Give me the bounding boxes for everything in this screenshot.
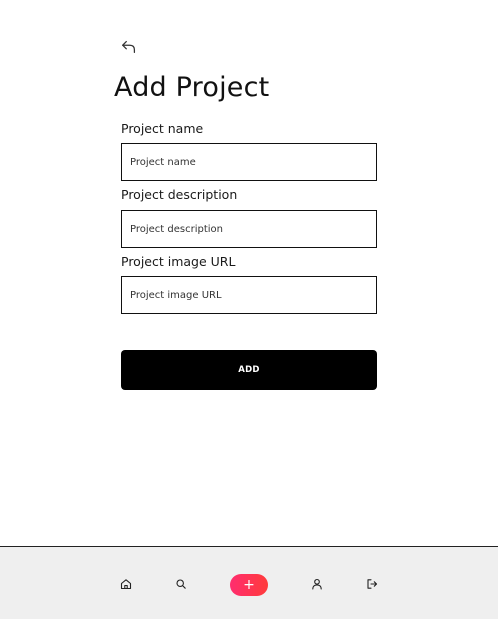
back-button[interactable] <box>119 37 139 57</box>
nav-logout[interactable] <box>364 576 380 592</box>
project-image-url-input[interactable] <box>121 276 377 314</box>
page-title: Add Project <box>114 72 270 103</box>
search-icon <box>176 579 186 589</box>
nav-add-button[interactable]: + <box>230 574 268 596</box>
home-icon <box>120 579 132 590</box>
project-description-input[interactable] <box>121 210 377 248</box>
add-button[interactable]: ADD <box>121 350 377 390</box>
project-name-input[interactable] <box>121 143 377 181</box>
project-name-label: Project name <box>121 121 204 136</box>
bottom-nav: + <box>0 546 498 619</box>
plus-icon: + <box>243 577 255 593</box>
nav-search[interactable] <box>173 576 189 592</box>
add-project-page: Add Project Project name Project descrip… <box>0 0 498 619</box>
nav-home[interactable] <box>118 576 134 592</box>
nav-profile[interactable] <box>309 576 325 592</box>
user-icon <box>312 578 322 590</box>
project-description-label: Project description <box>121 187 238 202</box>
logout-icon <box>367 579 378 589</box>
project-image-url-label: Project image URL <box>121 254 236 269</box>
undo-arrow-icon <box>122 40 136 54</box>
